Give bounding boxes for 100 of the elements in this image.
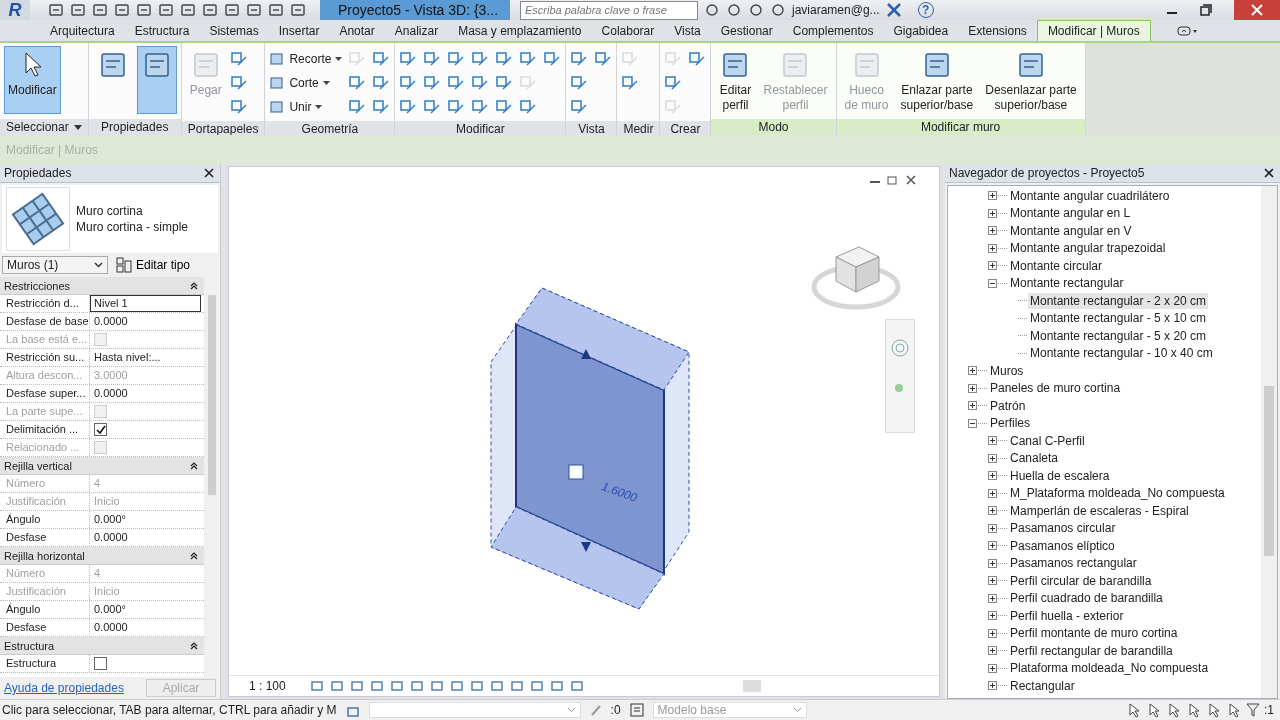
tree-item[interactable]: Paneles de muro cortina xyxy=(988,380,1123,397)
tool-icon[interactable] xyxy=(447,50,466,68)
value-cell[interactable]: Nivel 1 xyxy=(90,295,201,312)
selection-icon[interactable] xyxy=(1126,702,1142,718)
tree-item[interactable]: Montante circular xyxy=(1008,257,1105,274)
expander-icon[interactable] xyxy=(988,663,997,673)
expander-icon[interactable] xyxy=(968,366,977,376)
filter-icon[interactable] xyxy=(1246,703,1260,717)
ribbon-button[interactable]: Unir xyxy=(269,99,343,115)
toolbar-icon[interactable] xyxy=(92,2,108,18)
workset-field[interactable] xyxy=(368,702,581,718)
checkbox[interactable] xyxy=(94,423,107,436)
view-scale[interactable]: 1 : 100 xyxy=(249,679,286,693)
toolbar-icon[interactable] xyxy=(704,2,720,18)
toolbar-icon[interactable] xyxy=(290,2,306,18)
expander-icon[interactable] xyxy=(988,523,997,533)
expander-icon[interactable] xyxy=(988,488,997,498)
value-cell[interactable]: 0.000° xyxy=(90,601,201,618)
toolbar-icon[interactable] xyxy=(770,2,786,18)
selection-icon[interactable] xyxy=(1206,702,1222,718)
tool-icon[interactable] xyxy=(471,98,490,116)
toolbar-icon[interactable] xyxy=(748,2,764,18)
value-cell[interactable]: 0.0000 xyxy=(90,619,201,636)
selection-icon[interactable] xyxy=(1146,702,1162,718)
ribbon-button[interactable] xyxy=(136,46,177,114)
value-cell[interactable]: Hasta nivel:... xyxy=(90,349,201,366)
ribbon-button[interactable]: Recorte xyxy=(269,51,343,67)
expander-icon[interactable] xyxy=(988,436,997,446)
view-control-icon[interactable] xyxy=(369,679,384,693)
tool-icon[interactable] xyxy=(495,74,514,92)
tree-item[interactable]: Montante angular en L xyxy=(1008,205,1133,222)
tree-item[interactable]: Mamperlán de escaleras - Espiral xyxy=(1008,502,1191,519)
view-control-icon[interactable] xyxy=(569,679,584,693)
tree-item[interactable]: Montante rectangular - 5 x 10 cm xyxy=(1028,310,1209,327)
group-header[interactable]: Rejilla vertical xyxy=(0,457,204,475)
toolbar-icon[interactable] xyxy=(48,2,64,18)
ribbon-tab[interactable]: Analizar xyxy=(384,21,449,41)
expander-icon[interactable] xyxy=(988,226,997,236)
edit-type-button[interactable]: Editar tipo xyxy=(116,257,191,273)
tree-item[interactable]: Pasamanos rectangular xyxy=(1008,555,1139,572)
toolbar-icon[interactable] xyxy=(202,2,218,18)
tool-icon[interactable] xyxy=(570,74,589,92)
tool-icon[interactable] xyxy=(447,74,466,92)
close-icon[interactable] xyxy=(905,175,917,185)
type-selector[interactable]: Muros (1) xyxy=(2,256,108,274)
tree-item[interactable]: Patrón xyxy=(988,397,1028,414)
tool-icon[interactable] xyxy=(495,50,514,68)
expander-icon[interactable] xyxy=(988,243,997,253)
expander-icon[interactable] xyxy=(988,191,997,201)
tool-icon[interactable] xyxy=(594,50,613,68)
view-control-icon[interactable] xyxy=(449,679,464,693)
expander-icon[interactable] xyxy=(988,278,997,288)
tool-icon[interactable] xyxy=(570,98,589,116)
restore-icon[interactable] xyxy=(1200,4,1212,16)
toolbar-icon[interactable] xyxy=(268,2,284,18)
expander-icon[interactable] xyxy=(988,471,997,481)
tree-item[interactable]: Montante rectangular - 5 x 20 cm xyxy=(1028,327,1209,344)
expander-icon[interactable] xyxy=(988,646,997,656)
tool-icon[interactable] xyxy=(519,98,538,116)
tool-icon[interactable] xyxy=(664,74,683,92)
tool-icon[interactable] xyxy=(471,74,490,92)
tool-icon[interactable] xyxy=(423,98,442,116)
panel-toggle-icon[interactable] xyxy=(1176,25,1199,37)
tree-item[interactable]: M_Plataforma moldeada_No compuesta xyxy=(1008,485,1227,502)
tree-item[interactable]: Perfil circular de barandilla xyxy=(1008,572,1154,589)
close-button[interactable] xyxy=(1234,0,1280,20)
value-cell[interactable]: 0.0000 xyxy=(90,529,201,546)
value-cell[interactable]: 0.0000 xyxy=(90,385,201,402)
tool-icon[interactable] xyxy=(372,74,391,92)
tree-item[interactable]: Pasamanos elíptico xyxy=(1008,537,1117,554)
ribbon-button[interactable]: Enlazar parte superior/base xyxy=(896,46,978,116)
tree-item[interactable]: Montante rectangular xyxy=(1008,275,1126,292)
tree-item[interactable]: Plataforma moldeada_No compuesta xyxy=(1008,660,1211,677)
search-field[interactable]: Escriba palabra clave o frase xyxy=(520,0,698,20)
tool-icon[interactable] xyxy=(229,98,248,116)
user-name[interactable]: javiaramen@g... xyxy=(792,3,880,17)
tool-icon[interactable] xyxy=(423,74,442,92)
tool-icon[interactable] xyxy=(348,74,367,92)
toolbar-icon[interactable] xyxy=(246,2,262,18)
toolbar-icon[interactable] xyxy=(70,2,86,18)
ribbon-tab[interactable]: Gestionar xyxy=(710,21,783,41)
editing-icon[interactable] xyxy=(588,703,603,717)
value-cell[interactable]: 0.000° xyxy=(90,511,201,528)
expander-icon[interactable] xyxy=(988,593,997,603)
ribbon-tab[interactable]: Arquitectura xyxy=(40,21,125,41)
ribbon-tab[interactable]: Estructura xyxy=(124,21,200,41)
design-options-icon[interactable] xyxy=(628,702,645,718)
selection-icon[interactable] xyxy=(1186,702,1202,718)
group-header[interactable]: Rejilla horizontal xyxy=(0,547,204,565)
tree-item[interactable]: Perfil montante de muro cortina xyxy=(1008,625,1180,642)
view-control-icon[interactable] xyxy=(349,679,364,693)
help-link[interactable]: Ayuda de propiedades xyxy=(4,681,124,695)
tree-item[interactable]: Montante angular cuadrilátero xyxy=(1008,187,1172,204)
app-logo[interactable]: R xyxy=(0,0,30,20)
ribbon-tab[interactable]: Vista xyxy=(664,21,711,41)
ribbon-tab[interactable]: Sistemas xyxy=(199,21,269,41)
toolbar-icon[interactable] xyxy=(224,2,240,18)
ribbon-button[interactable]: Desenlazar parte superior/base xyxy=(981,46,1081,116)
panel-title[interactable]: Seleccionar xyxy=(0,119,88,135)
expander-icon[interactable] xyxy=(988,506,997,516)
